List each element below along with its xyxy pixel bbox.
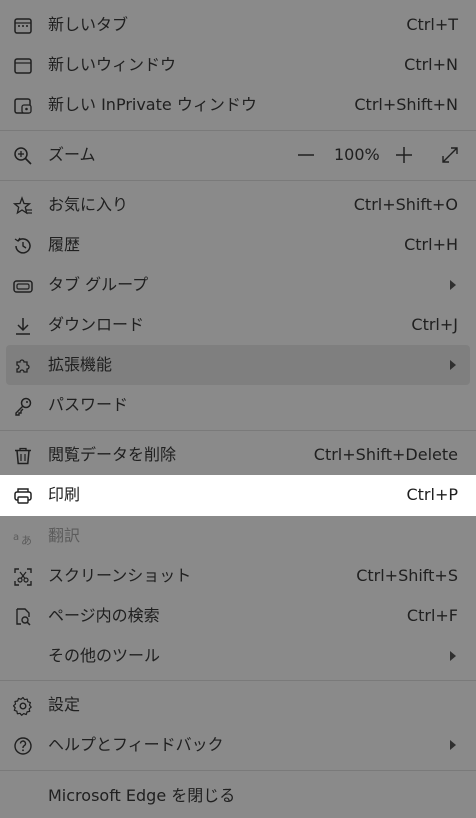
menu-item-label: 設定: [48, 695, 81, 714]
menu-divider: [0, 770, 476, 771]
window-icon: [12, 55, 34, 77]
menu-item-close-edge[interactable]: Microsoft Edge を閉じる: [0, 776, 476, 816]
printer-icon: [12, 485, 34, 507]
svg-text:a: a: [13, 532, 19, 543]
help-icon: [12, 735, 34, 757]
menu-divider: [0, 430, 476, 431]
menu-item-new-window[interactable]: 新しいウィンドウ Ctrl+N: [0, 45, 476, 85]
menu-item-find-on-page[interactable]: ページ内の検索 Ctrl+F: [0, 596, 476, 636]
menu-item-label: 新しい InPrivate ウィンドウ: [48, 95, 257, 114]
inprivate-icon: [12, 95, 34, 117]
menu-item-new-tab[interactable]: 新しいタブ Ctrl+T: [0, 5, 476, 45]
menu-item-shortcut: Ctrl+Shift+O: [353, 195, 458, 214]
zoom-in-button[interactable]: [394, 145, 414, 165]
new-tab-icon: [12, 15, 34, 37]
chevron-right-icon: [450, 280, 456, 290]
menu-item-shortcut: Ctrl+H: [404, 235, 458, 254]
menu-item-settings[interactable]: 設定: [0, 685, 476, 725]
zoom-level: 100%: [334, 145, 380, 164]
chevron-right-icon: [450, 651, 456, 661]
menu-item-extensions[interactable]: 拡張機能: [6, 345, 470, 385]
browser-settings-menu: 新しいタブ Ctrl+T 新しいウィンドウ Ctrl+N 新しい InPriva…: [0, 0, 476, 818]
menu-item-label: 新しいタブ: [48, 15, 129, 34]
tab-groups-icon: [12, 275, 34, 297]
screenshot-icon: [12, 566, 34, 588]
menu-divider: [0, 680, 476, 681]
zoom-icon: [12, 145, 34, 167]
find-on-page-icon: [12, 606, 34, 628]
menu-item-label: パスワード: [48, 395, 129, 414]
menu-item-new-inprivate[interactable]: 新しい InPrivate ウィンドウ Ctrl+Shift+N: [0, 85, 476, 125]
menu-item-help[interactable]: ヘルプとフィードバック: [0, 725, 476, 765]
menu-item-label: ダウンロード: [48, 315, 145, 334]
menu-divider: [0, 130, 476, 131]
menu-item-translate: aあ 翻訳: [0, 516, 476, 556]
menu-item-shortcut: Ctrl+F: [406, 606, 458, 625]
key-icon: [12, 395, 34, 417]
menu-item-shortcut: Ctrl+T: [406, 15, 458, 34]
translate-icon: aあ: [12, 526, 34, 548]
fullscreen-icon[interactable]: [440, 145, 460, 165]
chevron-right-icon: [450, 740, 456, 750]
menu-item-shortcut: Ctrl+P: [406, 485, 458, 504]
menu-item-label: 履歴: [48, 235, 81, 254]
menu-item-label: ページ内の検索: [48, 606, 160, 625]
menu-item-shortcut: Ctrl+Shift+S: [356, 566, 458, 585]
history-icon: [12, 235, 34, 257]
menu-item-label: 新しいウィンドウ: [48, 55, 177, 74]
menu-item-label: Microsoft Edge を閉じる: [48, 786, 236, 805]
menu-item-shortcut: Ctrl+Shift+N: [354, 95, 458, 114]
favorites-icon: [12, 195, 34, 217]
menu-item-label: お気に入り: [48, 195, 129, 214]
menu-item-label: スクリーンショット: [48, 566, 192, 585]
menu-item-label: 翻訳: [48, 526, 81, 545]
menu-item-print[interactable]: 印刷 Ctrl+P: [0, 475, 476, 516]
menu-item-label: ヘルプとフィードバック: [48, 735, 224, 754]
menu-item-label: タブ グループ: [48, 275, 149, 294]
menu-item-label: 閲覧データを削除: [48, 445, 177, 464]
menu-item-label: 印刷: [48, 485, 81, 504]
menu-divider: [0, 180, 476, 181]
menu-item-downloads[interactable]: ダウンロード Ctrl+J: [0, 305, 476, 345]
zoom-out-button[interactable]: [296, 145, 316, 165]
extensions-icon: [12, 355, 34, 377]
menu-item-label: 拡張機能: [48, 355, 113, 374]
menu-item-passwords[interactable]: パスワード: [0, 385, 476, 425]
menu-item-history[interactable]: 履歴 Ctrl+H: [0, 225, 476, 265]
trash-icon: [12, 445, 34, 467]
menu-item-shortcut: Ctrl+N: [404, 55, 458, 74]
menu-item-tab-groups[interactable]: タブ グループ: [0, 265, 476, 305]
menu-item-clear-data[interactable]: 閲覧データを削除 Ctrl+Shift+Delete: [0, 435, 476, 475]
menu-item-favorites[interactable]: お気に入り Ctrl+Shift+O: [0, 185, 476, 225]
gear-icon: [12, 695, 34, 717]
menu-item-shortcut: Ctrl+Shift+Delete: [313, 445, 458, 464]
menu-item-more-tools[interactable]: その他のツール: [0, 636, 476, 676]
menu-item-label: その他のツール: [48, 646, 161, 665]
menu-item-label: ズーム: [48, 145, 96, 164]
menu-item-zoom: ズーム 100%: [0, 135, 476, 175]
svg-text:あ: あ: [21, 534, 32, 547]
menu-item-shortcut: Ctrl+J: [411, 315, 458, 334]
menu-item-screenshot[interactable]: スクリーンショット Ctrl+Shift+S: [0, 556, 476, 596]
download-icon: [12, 315, 34, 337]
chevron-right-icon: [450, 360, 456, 370]
